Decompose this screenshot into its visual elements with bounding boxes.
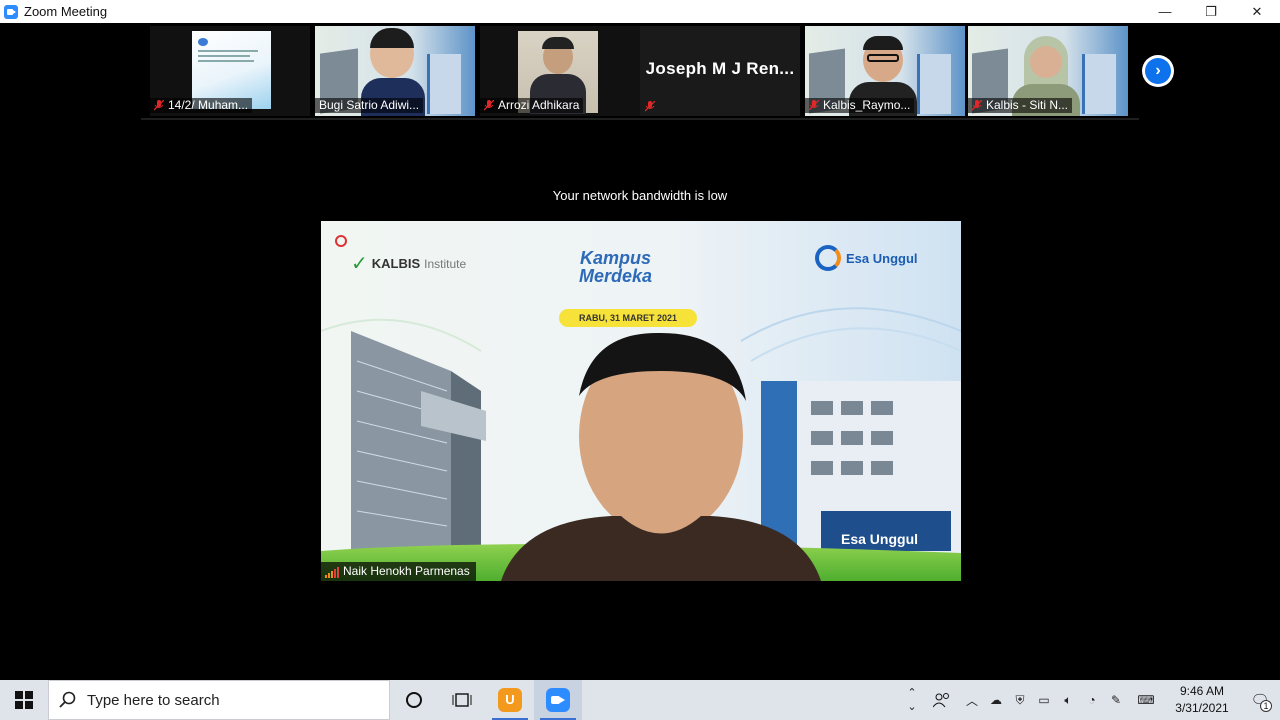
task-view-icon [452,693,472,707]
uc-browser-icon: U [498,688,522,712]
date-banner: RABU, 31 MARET 2021 [559,309,697,327]
muted-mic-icon [484,100,494,111]
search-icon [49,691,87,709]
system-tray: ⌃ ⌄ ︿ ☁ ⛨ ▭ 🔈︎ ◔ ✎ ⌨ 9:46 AM 3/31/2021 🗨… [900,680,1280,720]
cortana-circle-icon [406,692,422,708]
wifi-icon[interactable]: ◔ [1080,680,1104,720]
clock-time: 9:46 AM [1179,684,1225,698]
clock-date: 3/31/2021 [1175,701,1229,715]
people-button[interactable] [924,680,960,720]
active-speaker-video[interactable]: ✓ KALBIS Institute Kampus Merdeka RABU, … [321,221,961,581]
muted-mic-icon [972,100,982,111]
muted-mic-icon [645,101,655,112]
onedrive-icon[interactable]: ☁ [984,680,1008,720]
pen-icon[interactable]: ✎ [1104,680,1128,720]
window-title: Zoom Meeting [24,4,108,19]
speaker-name-label: Naik Henokh Parmenas [321,562,476,581]
participant-strip: 14/2/ Muham... Bugi Satrio Adiwi... Arro… [150,26,1130,116]
kalbis-logo: ✓ KALBIS Institute [351,253,467,275]
red-badge-icon [335,235,347,247]
chevron-up-icon: ︿ [965,693,978,708]
zoom-app-icon [4,4,18,19]
search-placeholder: Type here to search [87,691,220,709]
clock[interactable]: 9:46 AM 3/31/2021 [1164,683,1240,717]
notification-count: 1 [1260,700,1272,712]
title-bar: Zoom Meeting — ❐ ✕ [0,0,1280,23]
window-controls: — ❐ ✕ [1142,0,1280,23]
cortana-button[interactable] [390,680,438,720]
keyboard-icon[interactable]: ⌨ [1128,680,1164,720]
start-button[interactable] [0,680,48,720]
meeting-area: 14/2/ Muham... Bugi Satrio Adiwi... Arro… [0,23,1280,680]
taskbar-search-box[interactable]: Type here to search [48,680,390,720]
muted-mic-icon [809,100,819,111]
active-speaker-stage: Your network bandwidth is low ✓ KALBIS I… [141,118,1139,680]
close-button[interactable]: ✕ [1234,0,1280,23]
participant-tile[interactable]: 14/2/ Muham... [150,26,310,116]
taskbar-app-zoom[interactable] [534,680,582,720]
participant-name: Kalbis_Raymo... [805,98,915,113]
battery-icon[interactable]: ▭ [1032,680,1056,720]
participant-tile[interactable]: Arrozi Adhikara [480,26,640,116]
participant-name-large: Joseph M J Ren... [645,59,795,78]
zoom-taskbar-icon [546,688,570,712]
taskbar-scroll-arrows[interactable]: ⌃ ⌄ [900,680,924,720]
windows-taskbar: Type here to search U ⌃ ⌄ ︿ ☁ ⛨ ▭ 🔈︎ ◔ ✎… [0,680,1280,720]
esa-unggul-logo: Esa Unggul [815,245,918,271]
kampus-merdeka-logo: Kampus Merdeka [579,248,653,286]
task-view-button[interactable] [438,680,486,720]
volume-icon[interactable]: 🔈︎ [1056,680,1080,720]
building-sign: Esa Unggul [841,531,919,547]
minimize-button[interactable]: — [1142,0,1188,23]
taskbar-app-uc-browser[interactable]: U [486,680,534,720]
windows-logo-icon [15,691,33,709]
show-hidden-icons-button[interactable]: ︿ [960,680,984,720]
participant-name: Bugi Satrio Adiwi... [315,98,424,113]
caret-up-icon: ⌃ [907,687,917,699]
caret-down-icon: ⌄ [907,701,917,713]
participant-name: Arrozi Adhikara [480,98,584,113]
restore-button[interactable]: ❐ [1188,0,1234,23]
people-icon [933,693,949,708]
defender-icon[interactable]: ⛨ [1008,680,1032,720]
participant-name: 14/2/ Muham... [150,98,253,113]
participant-tile[interactable]: Kalbis - Siti N... [968,26,1128,116]
participant-tile[interactable]: Kalbis_Raymo... [805,26,965,116]
participant-tile[interactable]: Joseph M J Ren... [640,26,800,116]
next-page-button[interactable]: › [1142,55,1174,87]
participant-tile[interactable]: Bugi Satrio Adiwi... [315,26,475,116]
network-warning: Your network bandwidth is low [552,188,728,203]
participant-name: Kalbis - Siti N... [968,98,1073,113]
signal-strength-icon [325,567,339,578]
muted-mic-icon [154,100,164,111]
action-center-button[interactable]: 🗨︎ 1 [1240,680,1280,720]
chevron-right-icon: › [1145,58,1171,84]
